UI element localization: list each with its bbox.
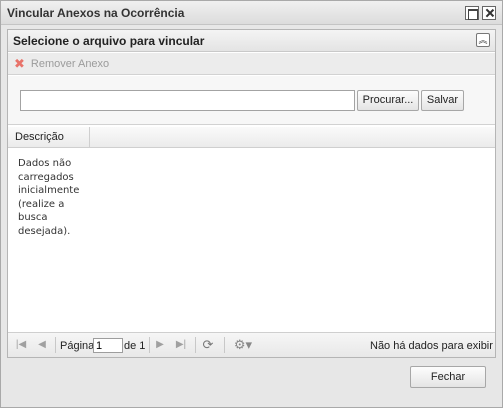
first-page-icon[interactable]: |◀ (14, 338, 28, 352)
close-icon[interactable] (482, 6, 496, 20)
collapse-icon[interactable]: ︽ (476, 33, 490, 47)
save-button[interactable]: Salvar (421, 90, 464, 111)
grid-body: Dados não carregados inicialmente (reali… (8, 149, 495, 331)
attachment-window: Vincular Anexos na Ocorrência Selecione … (0, 0, 503, 408)
refresh-icon[interactable]: ⟳ (201, 338, 215, 352)
attachment-panel: Selecione o arquivo para vincular ︽ ✖ Re… (7, 29, 496, 358)
previous-page-icon[interactable]: ◀ (35, 338, 49, 352)
page-label: Página (60, 340, 95, 352)
grid-pager: |◀ ◀ Página de 1 ▶ ▶| ⟳ ⚙▾ Não há dados … (8, 332, 495, 357)
pager-divider (195, 337, 196, 353)
grid-header: Descrição (8, 127, 495, 148)
panel-title: Selecione o arquivo para vincular (13, 34, 205, 48)
page-number-input[interactable] (93, 338, 123, 353)
pager-status: Não há dados para exibir (370, 340, 493, 352)
browse-button[interactable]: Procurar... (357, 90, 419, 111)
upload-area: Procurar... Salvar (8, 76, 495, 125)
attachment-toolbar: ✖ Remover Anexo (8, 53, 495, 75)
pager-divider (149, 337, 150, 353)
last-page-icon[interactable]: ▶| (174, 338, 188, 352)
remove-icon: ✖ (14, 56, 25, 71)
page-count-label: de 1 (124, 340, 146, 352)
column-header-description[interactable]: Descrição (8, 127, 90, 147)
pager-divider (224, 337, 225, 353)
gear-icon[interactable]: ⚙▾ (230, 338, 256, 352)
remove-attachment-label: Remover Anexo (30, 58, 110, 70)
empty-grid-message: Dados não carregados inicialmente (reali… (18, 158, 80, 237)
file-path-input[interactable] (20, 90, 355, 111)
maximize-icon[interactable] (465, 6, 479, 20)
close-button[interactable]: Fechar (410, 366, 486, 388)
window-title: Vincular Anexos na Ocorrência (7, 6, 185, 20)
panel-header: Selecione o arquivo para vincular ︽ (8, 30, 495, 52)
next-page-icon[interactable]: ▶ (153, 338, 167, 352)
pager-divider (55, 337, 56, 353)
window-titlebar: Vincular Anexos na Ocorrência (1, 1, 502, 25)
remove-attachment-button[interactable]: ✖ Remover Anexo (14, 56, 109, 72)
